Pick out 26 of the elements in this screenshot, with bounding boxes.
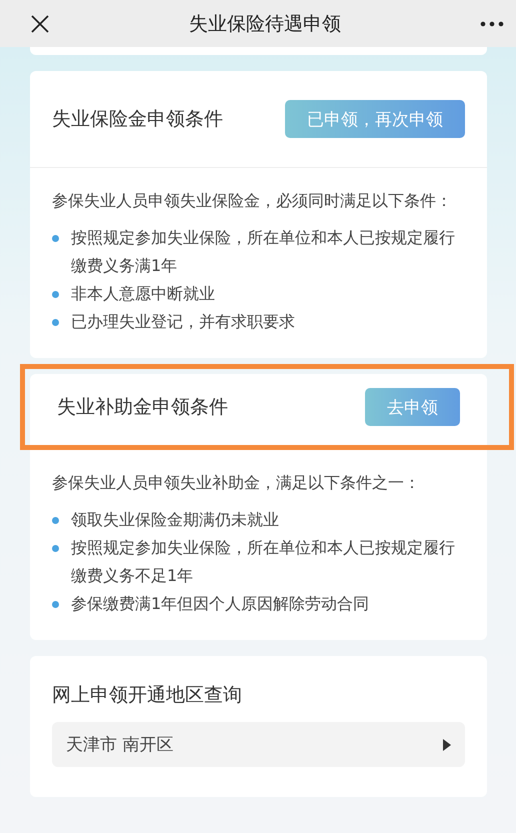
apply-button[interactable]: 去申领	[365, 388, 460, 426]
caret-icon	[443, 738, 451, 750]
condition-text: 非本人意愿中断就业	[71, 283, 215, 305]
bullet-icon	[52, 545, 59, 552]
condition-text: 按照规定参加失业保险，所在单位和本人已按规定履行缴费义务满1年	[71, 227, 456, 277]
close-icon	[30, 14, 50, 34]
intro-text: 参保失业人员申领失业保险金，必须同时满足以下条件：	[52, 190, 453, 212]
condition-text: 已办理失业登记，并有求职要求	[71, 311, 295, 333]
more-button[interactable]	[480, 20, 504, 26]
bullet-icon	[52, 319, 59, 326]
apply-button[interactable]: 已申领，再次申领	[285, 100, 465, 138]
bullet-icon	[52, 291, 59, 298]
intro-text: 参保失业人员申领失业补助金，满足以下条件之一：	[52, 472, 421, 494]
condition-text: 按照规定参加失业保险，所在单位和本人已按规定履行缴费义务不足1年	[71, 537, 456, 587]
close-button[interactable]	[30, 14, 50, 34]
card-title: 失业保险金申领条件	[52, 107, 223, 132]
condition-text: 参保缴费满1年但因个人原因解除劳动合同	[71, 593, 370, 615]
region-select[interactable]: 天津市 南开区	[52, 722, 465, 767]
card-title: 失业补助金申领条件	[57, 395, 228, 420]
more-icon	[480, 20, 504, 26]
card-title: 网上申领开通地区查询	[52, 683, 243, 708]
bullet-icon	[52, 517, 59, 524]
bullet-icon	[52, 601, 59, 608]
bullet-icon	[52, 235, 59, 242]
page-title: 失业保险待遇申领	[189, 12, 341, 36]
condition-text: 领取失业保险金期满仍未就业	[71, 509, 279, 531]
